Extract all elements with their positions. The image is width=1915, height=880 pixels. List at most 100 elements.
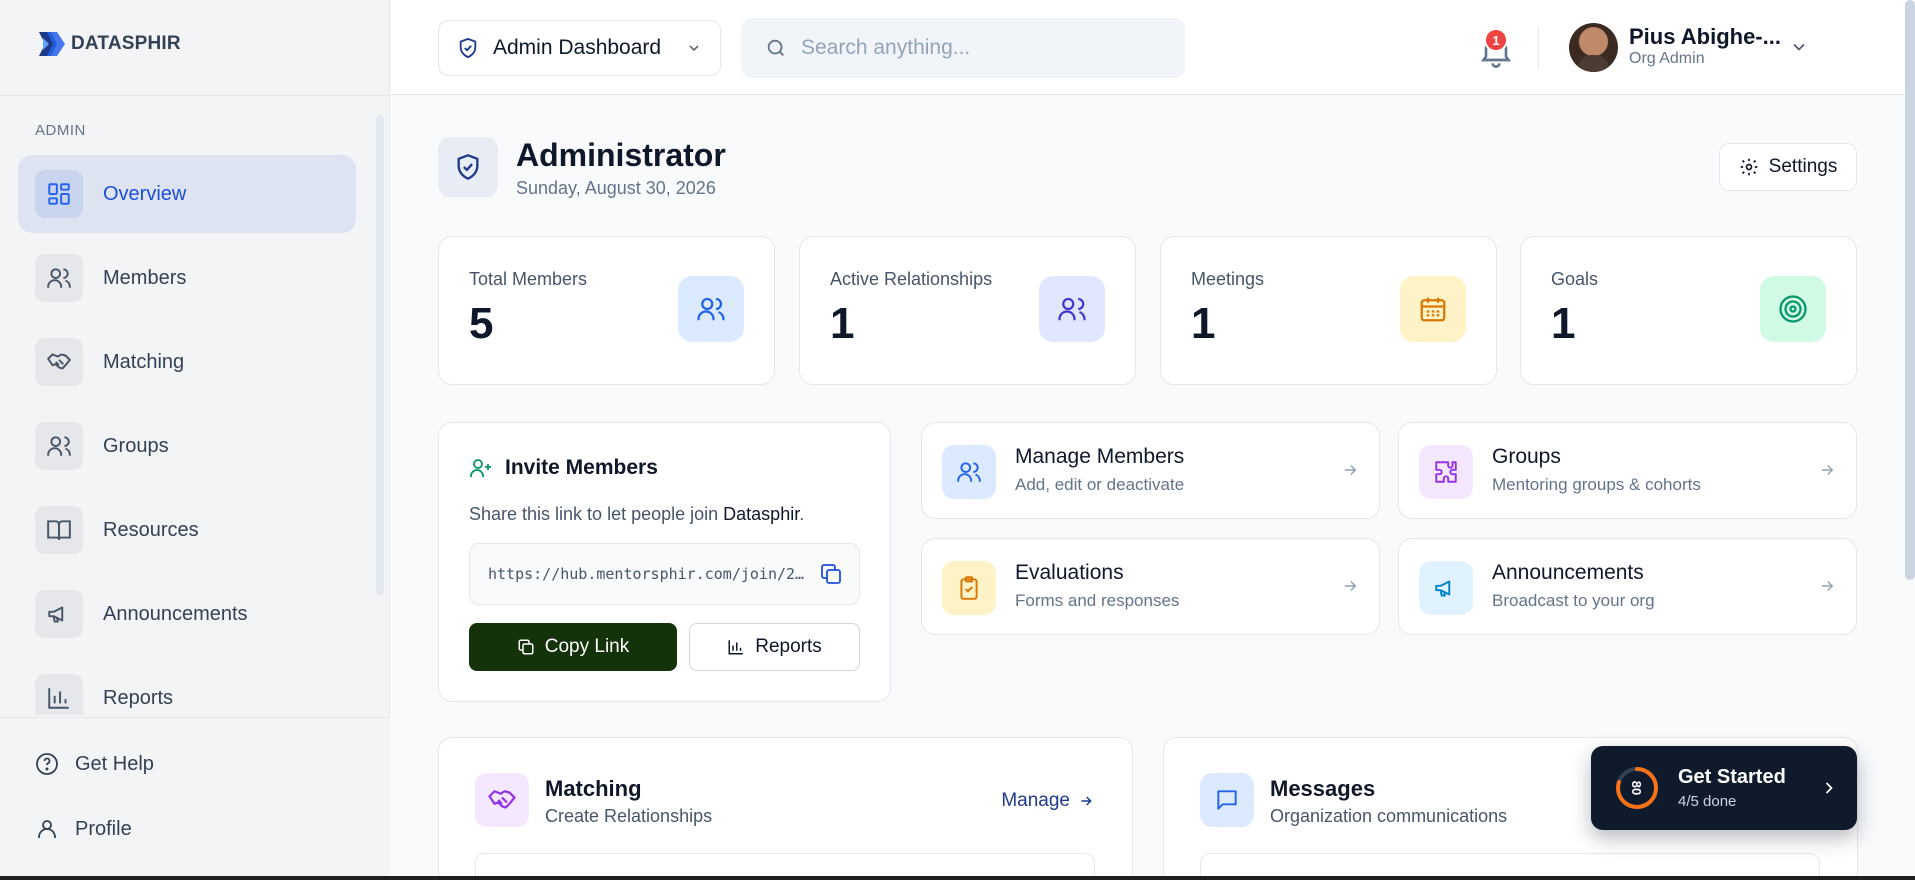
arrow-right-icon — [1344, 580, 1357, 592]
chevron-right-icon — [1825, 782, 1833, 794]
avatar[interactable] — [1569, 23, 1618, 72]
shield-icon — [459, 37, 477, 59]
top-header: Admin Dashboard 1 Pius Abighe-... Org Ad… — [391, 0, 1915, 95]
messages-subtitle: Organization communications — [1270, 806, 1508, 826]
action-title: Announcements — [1492, 561, 1644, 584]
get-started-title: Get Started — [1678, 766, 1786, 788]
book-icon — [35, 506, 83, 554]
arrow-right-icon — [1821, 580, 1834, 592]
action-title: Groups — [1492, 445, 1561, 468]
chevron-down-icon — [689, 45, 699, 52]
get-help-link[interactable]: Get Help — [35, 752, 154, 776]
search-input[interactable] — [801, 36, 1161, 60]
messages-title: Messages — [1270, 776, 1376, 801]
arrow-right-icon — [1344, 464, 1357, 476]
sidebar-item-resources[interactable]: Resources — [18, 491, 356, 569]
sidebar-item-label: Announcements — [103, 602, 248, 625]
sidebar-item-overview[interactable]: Overview — [18, 155, 356, 233]
invite-members-card: Invite Members Share this link to let pe… — [438, 422, 891, 702]
get-help-label: Get Help — [75, 752, 154, 775]
divider — [0, 95, 390, 96]
profile-label: Profile — [75, 817, 132, 840]
sidebar-footer: Get Help Profile — [0, 717, 390, 877]
clipboard-icon — [942, 561, 996, 615]
profile-link[interactable]: Profile — [35, 817, 132, 841]
sidebar-item-label: Reports — [103, 686, 174, 709]
sidebar-item-matching[interactable]: Matching — [18, 323, 356, 401]
stat-card-meetings[interactable]: Meetings 1 — [1160, 236, 1497, 385]
settings-button[interactable]: Settings — [1719, 143, 1857, 191]
matching-subtitle: Create Relationships — [545, 806, 713, 826]
stat-label: Total Members — [469, 269, 588, 289]
get-started-progress: 4/5 done — [1678, 793, 1737, 810]
invite-title: Invite Members — [469, 456, 658, 480]
sidebar-item-reports[interactable]: Reports — [18, 659, 356, 715]
reports-label: Reports — [755, 636, 822, 657]
copy-link-button[interactable]: Copy Link — [469, 623, 677, 671]
announcements-card[interactable]: Announcements Broadcast to your org — [1398, 538, 1857, 635]
evaluations-card[interactable]: Evaluations Forms and responses — [921, 538, 1380, 635]
action-subtitle: Forms and responses — [1015, 591, 1180, 610]
users-icon — [35, 254, 83, 302]
handshake-icon — [475, 773, 529, 827]
matching-title: Matching — [545, 776, 642, 801]
chevron-down-icon[interactable] — [1789, 37, 1809, 57]
handshake-icon — [35, 338, 83, 386]
role-select[interactable]: Admin Dashboard — [438, 20, 721, 76]
sidebar-item-groups[interactable]: Groups — [18, 407, 356, 485]
megaphone-icon — [1419, 561, 1473, 615]
sidebar-nav: Overview Members Matching Groups Resourc… — [18, 155, 356, 715]
sidebar-item-members[interactable]: Members — [18, 239, 356, 317]
get-started-widget[interactable]: 80 Get Started 4/5 done — [1591, 746, 1857, 830]
user-plus-icon — [470, 459, 491, 477]
reports-button[interactable]: Reports — [689, 623, 860, 671]
invite-link-text: https://hub.mentorsphir.com/join/2... — [488, 565, 808, 583]
manage-label: Manage — [1001, 790, 1070, 811]
brand-logo[interactable]: DATASPHIR — [37, 30, 181, 58]
manage-members-card[interactable]: Manage Members Add, edit or deactivate — [921, 422, 1380, 519]
sidebar-item-label: Matching — [103, 350, 185, 373]
invite-link-field[interactable]: https://hub.mentorsphir.com/join/2... — [469, 543, 860, 605]
section-label-admin: ADMIN — [35, 122, 86, 139]
copy-icon[interactable] — [819, 562, 843, 586]
datasphir-logo-icon — [39, 32, 65, 56]
megaphone-icon — [35, 590, 83, 638]
action-subtitle: Add, edit or deactivate — [1015, 475, 1185, 494]
bar-chart-icon — [728, 640, 743, 655]
users-icon — [942, 445, 996, 499]
invite-desc-prefix: Share this link to let people join — [469, 504, 724, 524]
brand-name: DATASPHIR — [71, 33, 181, 54]
invite-description: Share this link to let people join Datas… — [469, 504, 804, 525]
stat-value: 1 — [1551, 299, 1576, 348]
search-bar[interactable] — [741, 18, 1185, 78]
copy-link-label: Copy Link — [544, 636, 630, 657]
sidebar-item-label: Groups — [103, 434, 169, 457]
action-subtitle: Broadcast to your org — [1492, 591, 1655, 610]
divider — [1538, 27, 1539, 69]
action-subtitle: Mentoring groups & cohorts — [1492, 475, 1701, 494]
role-select-label: Admin Dashboard — [493, 36, 662, 59]
user-name[interactable]: Pius Abighe-... — [1629, 24, 1781, 50]
stat-label: Meetings — [1191, 269, 1265, 289]
people-icon — [1039, 276, 1105, 342]
stat-card-total-members[interactable]: Total Members 5 — [438, 236, 775, 385]
target-icon — [1760, 276, 1826, 342]
stat-card-goals[interactable]: Goals 1 — [1520, 236, 1857, 385]
manage-link[interactable]: Manage — [1001, 790, 1094, 812]
page-date: Sunday, August 30, 2026 — [516, 178, 716, 198]
sidebar-scrollbar[interactable] — [376, 115, 384, 595]
group-icon — [35, 422, 83, 470]
sidebar-item-announcements[interactable]: Announcements — [18, 575, 356, 653]
taskbar-edge — [0, 876, 1915, 880]
stat-value: 1 — [1191, 299, 1216, 348]
groups-card[interactable]: Groups Mentoring groups & cohorts — [1398, 422, 1857, 519]
matching-card: Matching Create Relationships Manage — [438, 737, 1133, 880]
action-title: Evaluations — [1015, 561, 1124, 584]
search-icon — [767, 39, 784, 56]
arrow-right-icon — [1081, 796, 1092, 806]
sidebar-item-label: Overview — [103, 182, 187, 205]
page-scrollbar[interactable] — [1905, 0, 1915, 580]
sidebar-item-label: Members — [103, 266, 187, 289]
stat-value: 1 — [830, 299, 855, 348]
stat-card-active-relationships[interactable]: Active Relationships 1 — [799, 236, 1136, 385]
